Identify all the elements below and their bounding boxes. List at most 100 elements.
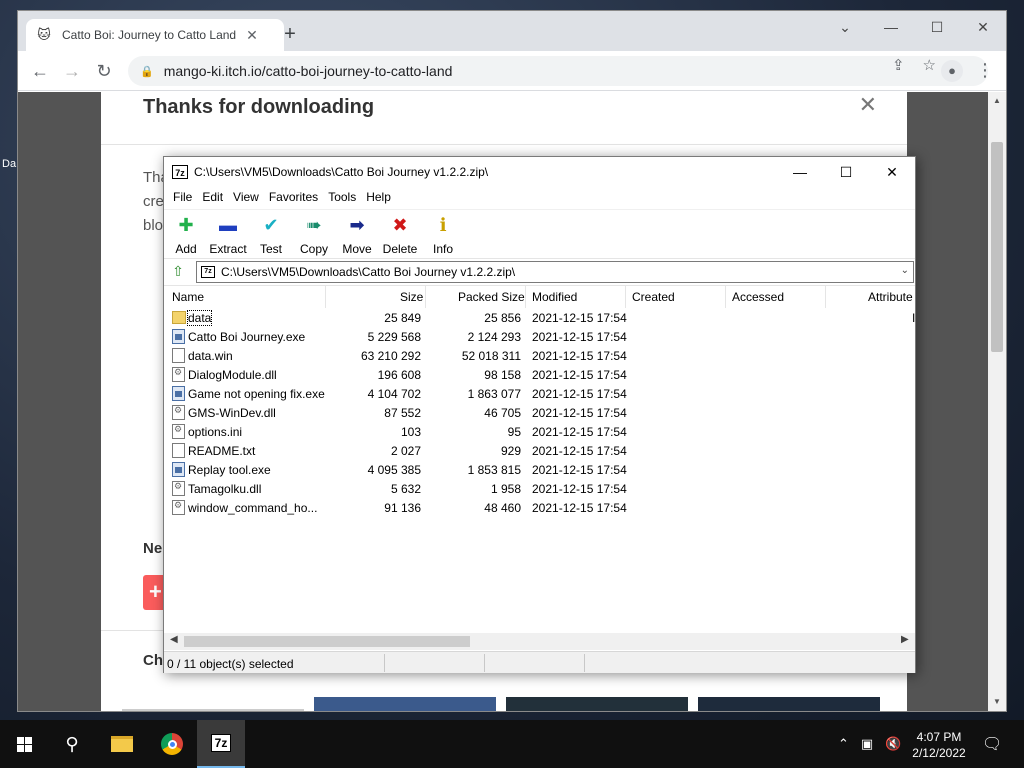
table-row[interactable]: Replay tool.exe 4 095 385 1 853 815 2021-12… [164, 460, 915, 479]
column-name[interactable]: Name [172, 290, 204, 304]
extract-button[interactable]: ▬ Extract [206, 214, 250, 256]
file-name[interactable]: Replay tool.exe [188, 463, 271, 477]
file-attributes: I [912, 311, 915, 325]
7zip-taskbar-icon[interactable]: 7z [197, 720, 245, 768]
table-row[interactable]: window_command_ho... 91 136 48 460 2021-12-… [164, 498, 915, 517]
scroll-down-icon[interactable]: ▼ [988, 697, 1006, 706]
table-row[interactable]: data 25 849 25 856 2021-12-15 17:54 I [164, 308, 915, 327]
column-separator[interactable] [425, 286, 426, 308]
horizontal-scrollbar[interactable]: ◀ ▶ [164, 633, 915, 650]
file-name[interactable]: GMS-WinDev.dll [188, 406, 276, 420]
tab-close-icon[interactable]: ✕ [244, 27, 260, 44]
move-button[interactable]: ➡ Move [335, 214, 379, 256]
scroll-right-icon[interactable]: ▶ [901, 634, 909, 645]
minimize-button[interactable]: — [868, 11, 914, 43]
url-text[interactable]: mango-ki.itch.io/catto-boi-journey-to-ca… [164, 63, 453, 79]
cat-favicon-icon: 🐱 [37, 27, 51, 42]
menu-edit[interactable]: Edit [197, 187, 228, 209]
back-arrow-icon[interactable]: ← [28, 59, 52, 83]
table-row[interactable]: Game not opening fix.exe 4 104 702 1 863 0… [164, 384, 915, 403]
delete-button[interactable]: ✖ Delete [378, 214, 422, 256]
table-row[interactable]: Tamagolku.dll 5 632 1 958 2021-12-15 17:54 [164, 479, 915, 498]
scroll-up-icon[interactable]: ▲ [988, 96, 1006, 105]
game-thumbnail[interactable] [506, 697, 688, 711]
dialog-close-icon[interactable]: ✕ [859, 92, 877, 118]
table-row[interactable]: data.win 63 210 292 52 018 311 2021-12-15 1… [164, 346, 915, 365]
table-row[interactable]: DialogModule.dll 196 608 98 158 2021-12-15 … [164, 365, 915, 384]
column-separator[interactable] [625, 286, 626, 308]
tab-search-icon[interactable]: ⌄ [822, 11, 868, 43]
tool-label: Extract [209, 242, 247, 256]
column-separator[interactable] [725, 286, 726, 308]
7zip-titlebar[interactable]: 7z C:\Users\VM5\Downloads\Catto Boi Jour… [164, 157, 915, 187]
menu-file[interactable]: File [168, 187, 197, 209]
test-button[interactable]: ✔ Test [249, 214, 293, 256]
table-row[interactable]: GMS-WinDev.dll 87 552 46 705 2021-12-15 17:… [164, 403, 915, 422]
new-tab-button[interactable]: + [278, 23, 302, 46]
column-separator[interactable] [525, 286, 526, 308]
maximize-button[interactable]: ☐ [823, 157, 869, 187]
address-bar[interactable]: 🔒 mango-ki.itch.io/catto-boi-journey-to-… [128, 56, 988, 86]
profile-avatar-icon[interactable]: ● [941, 60, 963, 82]
column-created[interactable]: Created [632, 290, 675, 304]
info-button[interactable]: ℹ Info [421, 214, 465, 256]
column-modified[interactable]: Modified [532, 290, 577, 304]
thumbnail[interactable] [122, 709, 304, 711]
file-name[interactable]: data.win [188, 349, 233, 363]
close-button[interactable]: ✕ [960, 11, 1006, 43]
menu-view[interactable]: View [228, 187, 264, 209]
game-thumbnail[interactable] [314, 697, 496, 711]
file-explorer-icon[interactable] [98, 720, 146, 768]
clock[interactable]: 4:07 PM 2/12/2022 [908, 729, 970, 761]
column-accessed[interactable]: Accessed [732, 290, 784, 304]
menu-tools[interactable]: Tools [323, 187, 361, 209]
forward-arrow-icon[interactable]: → [60, 59, 84, 83]
table-row[interactable]: Catto Boi Journey.exe 5 229 568 2 124 293 2… [164, 327, 915, 346]
share-icon[interactable]: ⇪ [892, 56, 905, 74]
add-button[interactable]: ✚ Add [164, 214, 208, 256]
desktop-icon-label[interactable]: Da [2, 158, 16, 170]
table-row[interactable]: README.txt 2 027 929 2021-12-15 17:54 [164, 441, 915, 460]
volume-muted-icon[interactable]: 🔇 [885, 736, 901, 752]
file-name[interactable]: DialogModule.dll [188, 368, 277, 382]
lock-icon[interactable]: 🔒 [140, 65, 154, 78]
maximize-button[interactable]: ☐ [914, 11, 960, 43]
search-icon[interactable]: ⚲ [48, 720, 96, 768]
column-packed-size[interactable]: Packed Size [458, 290, 525, 304]
chevron-up-icon[interactable]: ⌃ [838, 736, 849, 752]
page-scrollbar[interactable]: ▲ ▼ [988, 92, 1006, 711]
browser-menu-icon[interactable]: ⋮ [976, 60, 994, 81]
file-name[interactable]: Tamagolku.dll [188, 482, 261, 496]
file-name[interactable]: README.txt [188, 444, 255, 458]
scrollbar-thumb[interactable] [991, 142, 1003, 352]
file-name[interactable]: Catto Boi Journey.exe [188, 330, 305, 344]
menu-favorites[interactable]: Favorites [264, 187, 323, 209]
start-button[interactable] [0, 720, 48, 768]
menu-help[interactable]: Help [361, 187, 396, 209]
column-separator[interactable] [825, 286, 826, 308]
table-row[interactable]: options.ini 103 95 2021-12-15 17:54 [164, 422, 915, 441]
close-button[interactable]: ✕ [869, 157, 915, 187]
file-name[interactable]: window_command_ho... [188, 501, 317, 515]
network-icon[interactable]: ▣ [861, 736, 873, 752]
notifications-icon[interactable]: 🗨 [982, 720, 1002, 768]
copy-button[interactable]: ➠ Copy [292, 214, 336, 256]
path-combobox[interactable]: 7z C:\Users\VM5\Downloads\Catto Boi Jour… [196, 261, 914, 283]
column-separator[interactable] [325, 286, 326, 308]
column-attributes[interactable]: Attribute [868, 290, 913, 304]
minus-icon: ▬ [219, 215, 237, 235]
game-thumbnail[interactable] [698, 697, 880, 711]
chrome-icon[interactable] [148, 720, 196, 768]
folder-up-icon[interactable]: ⇧ [168, 263, 188, 281]
minimize-button[interactable]: — [777, 157, 823, 187]
file-name[interactable]: data [186, 310, 213, 326]
scrollbar-thumb[interactable] [184, 636, 470, 647]
scroll-left-icon[interactable]: ◀ [170, 634, 178, 645]
file-name[interactable]: Game not opening fix.exe [188, 387, 325, 401]
file-name[interactable]: options.ini [188, 425, 242, 439]
bookmark-star-icon[interactable]: ☆ [923, 56, 936, 74]
reload-icon[interactable]: ↻ [92, 59, 116, 83]
column-size[interactable]: Size [400, 290, 423, 304]
chevron-down-icon[interactable]: ⌄ [901, 265, 909, 276]
browser-tab[interactable]: 🐱 Catto Boi: Journey to Catto Land ✕ [26, 19, 284, 51]
